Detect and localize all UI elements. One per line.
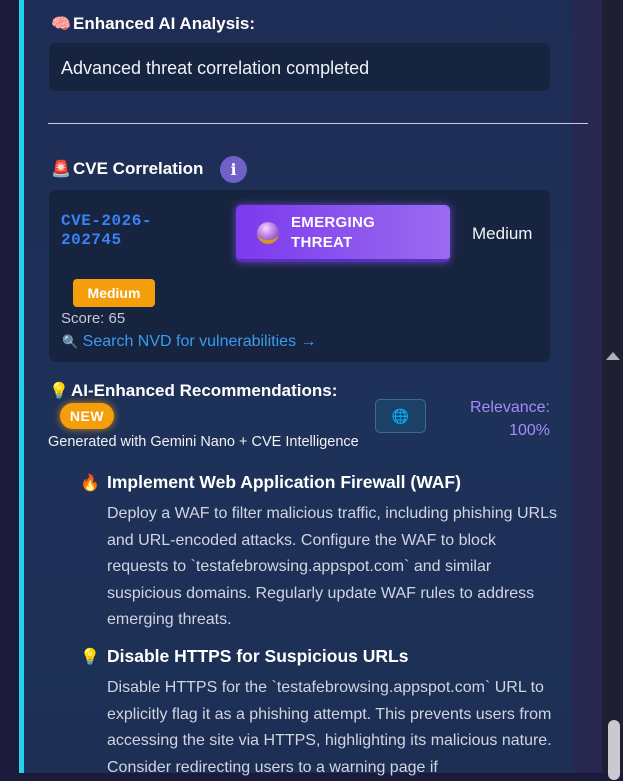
cve-severity-text: Medium — [472, 224, 533, 243]
scrollbar[interactable] — [602, 0, 623, 773]
cve-heading: 🚨 CVE Correlation — [51, 159, 204, 178]
relevance-value: 100% — [509, 422, 550, 439]
relevance-label: Relevance: — [469, 399, 550, 416]
generated-by: Generated with Gemini Nano + CVE Intelli… — [48, 434, 359, 450]
info-icon[interactable]: i — [220, 156, 247, 183]
brain-icon: 🧠 — [51, 16, 71, 33]
recommendation-title: Implement Web Application Firewall (WAF) — [107, 472, 461, 492]
scrollbar-thumb[interactable] — [608, 720, 620, 780]
new-badge: NEW — [60, 403, 114, 429]
severity-badge: Medium — [73, 279, 155, 307]
analysis-text: Advanced threat correlation completed — [61, 58, 370, 78]
right-gutter — [572, 0, 602, 773]
recommendations-heading: 💡 AI-Enhanced Recommendations: — [49, 381, 338, 400]
search-nvd-link[interactable]: 🔍 Search NVD for vulnerabilities → — [62, 333, 317, 351]
relevance-score: Relevance: 100% — [450, 396, 550, 442]
analysis-heading: 🧠 Enhanced AI Analysis: — [51, 14, 256, 33]
siren-icon: 🚨 — [51, 161, 71, 178]
recommendation-body: Disable HTTPS for the `testafebrowsing.a… — [107, 679, 552, 776]
globe-icon: 🌐 — [391, 408, 410, 424]
scroll-up-icon[interactable] — [606, 352, 620, 360]
recommendation-body: Deploy a WAF to filter malicious traffic… — [107, 505, 557, 628]
cve-id[interactable]: CVE-2026-202745 — [61, 212, 211, 250]
magnifier-icon: 🔍 — [62, 334, 79, 349]
threat-label: EMERGING THREAT — [291, 214, 376, 251]
recommendation-title: Disable HTTPS for Suspicious URLs — [107, 646, 409, 666]
cve-score: Score: 65 — [61, 310, 126, 327]
crystal-ball-icon — [257, 222, 279, 244]
divider — [48, 123, 588, 124]
fire-icon: 🔥 — [80, 475, 100, 492]
lightbulb-icon: 💡 — [80, 649, 100, 666]
search-nvd-link-label: Search NVD for vulnerabilities → — [82, 333, 317, 350]
lightbulb-icon: 💡 — [49, 383, 69, 400]
globe-button[interactable]: 🌐 — [375, 399, 426, 433]
